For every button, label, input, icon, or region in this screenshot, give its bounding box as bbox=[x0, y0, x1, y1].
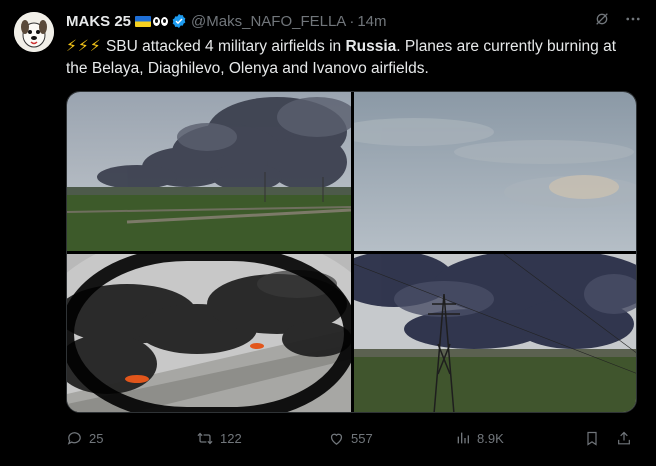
eyes-emoji-icon bbox=[153, 16, 169, 26]
share-icon bbox=[618, 431, 630, 444]
repost-icon bbox=[197, 432, 213, 444]
post-time[interactable]: 14m bbox=[357, 13, 386, 30]
like-button[interactable]: 557 bbox=[328, 430, 373, 447]
bookmark-button[interactable] bbox=[584, 430, 600, 447]
reply-icon bbox=[67, 431, 81, 445]
views-icon bbox=[457, 432, 469, 444]
views-count: 8.9K bbox=[477, 430, 504, 446]
avatar-dog-image bbox=[14, 12, 54, 52]
share-button[interactable] bbox=[616, 430, 632, 447]
avatar[interactable] bbox=[14, 12, 54, 52]
photo-4[interactable] bbox=[354, 254, 636, 412]
post-text: ⚡⚡⚡ SBU attacked 4 military airfields in… bbox=[66, 36, 634, 80]
action-bar: 25 122 557 8.9K bbox=[66, 428, 640, 448]
media-grid bbox=[66, 91, 637, 413]
more-icon[interactable] bbox=[624, 10, 642, 32]
reply-count: 25 bbox=[89, 430, 104, 446]
heart-icon bbox=[330, 433, 343, 445]
post-text-bold: Russia bbox=[345, 38, 397, 55]
author-name[interactable]: MAKS 25 bbox=[66, 13, 131, 30]
repost-button[interactable]: 122 bbox=[196, 430, 242, 447]
author-handle[interactable]: @Maks_NAFO_FELLA bbox=[191, 13, 346, 30]
photo-2[interactable] bbox=[354, 92, 636, 251]
repost-count: 122 bbox=[220, 430, 242, 446]
bookmark-icon bbox=[587, 431, 597, 446]
reply-button[interactable]: 25 bbox=[66, 430, 103, 447]
post-text-lead: SBU attacked 4 military airfields in bbox=[105, 38, 346, 55]
grok-icon[interactable] bbox=[594, 11, 610, 31]
separator-dot: · bbox=[349, 12, 355, 30]
ukraine-flag-icon bbox=[135, 15, 152, 27]
like-count: 557 bbox=[351, 430, 373, 446]
post-header: MAKS 25 @Maks_NAFO_FELLA · 14m bbox=[66, 11, 642, 31]
bolt-emojis: ⚡⚡⚡ bbox=[66, 38, 102, 55]
photo-1[interactable] bbox=[67, 92, 351, 251]
photo-3[interactable] bbox=[67, 254, 351, 412]
verified-badge-icon[interactable] bbox=[171, 13, 187, 29]
views-button[interactable]: 8.9K bbox=[455, 430, 504, 446]
